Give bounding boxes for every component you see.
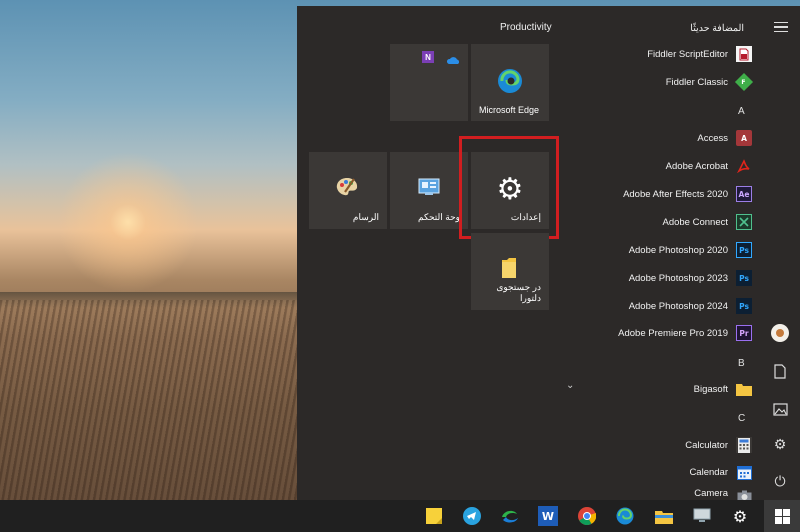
gear-icon[interactable]: ⚙ — [770, 435, 790, 455]
list-item-adobe-connect[interactable]: Adobe Connect — [662, 212, 752, 232]
app-label: Calendar — [689, 466, 728, 478]
wallpaper-wheat-field — [0, 300, 300, 500]
list-item-adobe-acrobat[interactable]: Adobe Acrobat — [666, 156, 752, 176]
tile-folder[interactable]: در جستجوی دلتورا — [471, 233, 549, 310]
list-item-premiere-pro[interactable]: Adobe Premiere Pro 2019 Pr — [618, 323, 752, 343]
windows-logo-icon — [774, 508, 790, 524]
chrome-icon[interactable] — [577, 506, 597, 526]
chevron-down-icon[interactable]: ⌄ — [566, 380, 574, 391]
app-label: Adobe Connect — [662, 216, 729, 228]
list-item-photoshop-2023[interactable]: Adobe Photoshop 2023 Ps — [629, 268, 752, 288]
list-item-access[interactable]: Access A — [697, 128, 752, 148]
letter-header-a[interactable]: A — [738, 106, 745, 117]
app-label: Access — [697, 132, 728, 144]
telegram-icon[interactable] — [462, 506, 482, 526]
list-item-fiddler-classic[interactable]: Fiddler Classic F — [665, 72, 754, 92]
folder-icon — [501, 257, 517, 284]
list-item-after-effects[interactable]: Adobe After Effects 2020 Ae — [623, 184, 752, 204]
control-panel-icon — [418, 178, 440, 201]
fiddler-classic-icon: F — [734, 72, 754, 92]
fiddler-scripteditor-icon — [736, 46, 752, 62]
app-label: Adobe Acrobat — [665, 160, 728, 172]
app-label: Calculator — [685, 439, 728, 451]
computer-icon[interactable] — [692, 506, 712, 526]
letter-header-c[interactable]: C — [738, 413, 745, 424]
photoshop-icon: Ps — [736, 298, 752, 314]
acrobat-icon — [736, 158, 752, 174]
gear-icon[interactable]: ⚙ — [730, 506, 750, 526]
list-header-recently-added: المضافة حديثًا — [690, 18, 752, 38]
tile-control-panel[interactable]: وحة التحكم — [390, 152, 468, 229]
user-avatar[interactable] — [771, 324, 789, 342]
app-label: Adobe Photoshop 2024 — [628, 300, 728, 312]
list-item-photoshop-2020[interactable]: Adobe Photoshop 2020 Ps — [629, 240, 752, 260]
list-item-calendar[interactable]: Calendar — [689, 462, 752, 482]
app-label: Fiddler ScriptEditor — [647, 48, 728, 60]
tile-paint[interactable]: الرسام — [309, 152, 387, 229]
group-title-productivity: Productivity — [500, 22, 552, 33]
file-explorer-icon[interactable] — [654, 506, 674, 526]
power-icon[interactable]: ⏻ — [770, 472, 790, 492]
photoshop-icon: Ps — [736, 242, 752, 258]
app-label: Bigasoft — [693, 383, 728, 395]
access-icon: A — [736, 130, 752, 146]
tile-label-paint: الرسام — [352, 212, 379, 222]
edge-icon — [497, 68, 523, 99]
calendar-icon — [736, 464, 752, 480]
app-label: Adobe After Effects 2020 — [623, 188, 728, 200]
onenote-icon: N — [422, 51, 434, 63]
folder-icon — [736, 381, 752, 397]
app-label: Fiddler Classic — [665, 76, 728, 88]
picture-icon[interactable] — [770, 399, 790, 419]
tile-label-folder: در جستجوی دلتورا — [496, 282, 541, 303]
tile-label-edge: Microsoft Edge — [479, 105, 540, 115]
app-label: Adobe Photoshop 2023 — [628, 272, 728, 284]
tile-microsoft-edge[interactable]: Microsoft Edge — [471, 44, 549, 121]
calculator-icon — [736, 437, 752, 453]
app-label: Adobe Photoshop 2020 — [628, 244, 728, 256]
fiddler-icon-letter: F — [741, 78, 747, 86]
taskbar — [0, 500, 800, 532]
paint-palette-icon — [335, 176, 359, 203]
list-item-fiddler-scripteditor[interactable]: Fiddler ScriptEditor — [647, 44, 752, 64]
recently-added-label: المضافة حديثًا — [690, 22, 744, 34]
edge-icon[interactable] — [615, 506, 635, 526]
tile-label-control-panel: وحة التحكم — [418, 212, 460, 222]
settings-highlight-box — [459, 136, 559, 239]
office-apps-tile[interactable]: N — [390, 44, 468, 121]
list-item-calculator[interactable]: Calculator — [685, 435, 752, 455]
sticky-notes-icon[interactable] — [424, 506, 444, 526]
adobe-connect-icon — [736, 214, 752, 230]
list-item-photoshop-2024[interactable]: Adobe Photoshop 2024 Ps — [629, 296, 752, 316]
list-item-camera[interactable]: Camera — [694, 488, 752, 500]
premiere-icon: Pr — [736, 325, 752, 341]
camera-icon — [736, 488, 752, 500]
document-icon[interactable] — [770, 361, 790, 381]
list-item-bigasoft[interactable]: Bigasoft — [694, 379, 752, 399]
word-icon[interactable]: W — [538, 506, 558, 526]
after-effects-icon: Ae — [736, 186, 752, 202]
start-button[interactable] — [764, 500, 800, 532]
letter-header-b[interactable]: B — [738, 358, 745, 369]
onedrive-icon — [446, 52, 460, 70]
hamburger-icon[interactable] — [774, 22, 788, 33]
app-label: Camera — [694, 488, 728, 499]
app-label: Adobe Premiere Pro 2019 — [618, 327, 728, 339]
start-rail — [761, 6, 800, 500]
photoshop-icon: Ps — [736, 270, 752, 286]
browser-swirl-icon[interactable] — [500, 506, 520, 526]
